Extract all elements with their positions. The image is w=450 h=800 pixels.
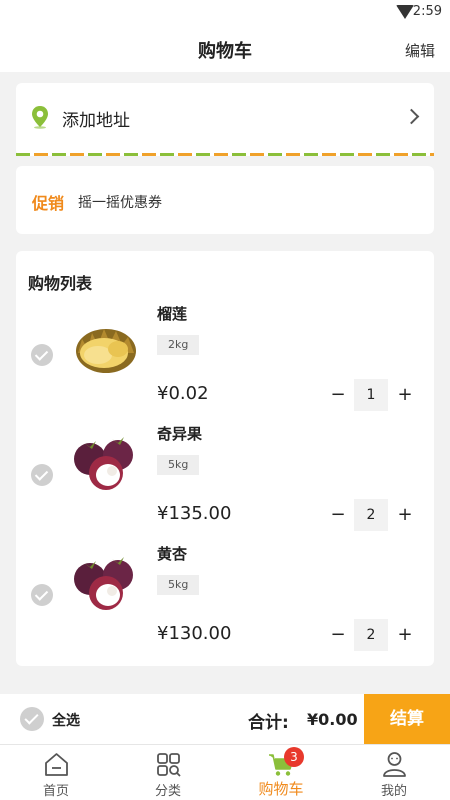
total-label: 合计: xyxy=(248,713,289,733)
promo-text: 摇一摇优惠券 xyxy=(78,195,162,211)
decrease-quantity-button[interactable]: − xyxy=(326,503,350,527)
item-checkbox[interactable] xyxy=(31,464,53,486)
increase-quantity-button[interactable]: + xyxy=(393,503,417,527)
item-price: ¥135.00 xyxy=(157,503,232,524)
cart-count-badge: 3 xyxy=(284,747,304,767)
tab-category[interactable]: 分类 xyxy=(112,745,224,800)
cart-list-heading: 购物列表 xyxy=(28,274,93,293)
promo-tag: 促销 xyxy=(32,194,65,213)
cart-item: 黄杏 5kg ¥130.00 − 2 + xyxy=(16,537,434,657)
address-divider-stripe xyxy=(16,153,434,156)
item-spec: 2kg xyxy=(157,335,200,355)
edit-button[interactable]: 编辑 xyxy=(405,40,435,61)
item-name: 黄杏 xyxy=(157,545,188,563)
header: 购物车 编辑 xyxy=(0,26,450,72)
profile-icon xyxy=(383,752,406,777)
durian-image xyxy=(76,329,136,373)
item-name: 榴莲 xyxy=(157,305,188,323)
decrease-quantity-button[interactable]: − xyxy=(326,623,350,647)
cart-item: 榴莲 2kg ¥0.02 − 1 + xyxy=(16,297,434,417)
checkout-bar: 全选 合计: ¥0.00 结算 xyxy=(0,694,450,744)
item-name: 奇异果 xyxy=(157,425,203,443)
tab-profile-label: 我的 xyxy=(380,784,407,799)
increase-quantity-button[interactable]: + xyxy=(393,383,417,407)
mangosteen-image xyxy=(74,437,133,490)
tab-category-label: 分类 xyxy=(154,784,181,799)
cart-item: 奇异果 5kg ¥135.00 − 2 + xyxy=(16,417,434,537)
quantity-value[interactable]: 2 xyxy=(354,619,388,651)
item-checkbox[interactable] xyxy=(31,344,53,366)
tab-cart-label: 购物车 xyxy=(258,780,304,798)
quantity-value[interactable]: 1 xyxy=(354,379,388,411)
increase-quantity-button[interactable]: + xyxy=(393,623,417,647)
tab-bar: 首页 分类 购物车 我的 xyxy=(0,744,450,800)
page-title: 购物车 xyxy=(198,41,252,62)
category-icon xyxy=(157,753,181,777)
item-checkbox[interactable] xyxy=(31,584,53,606)
cart-list: 购物列表 榴莲 2kg ¥0.02 − 1 + 奇异果 5kg ¥135.00 … xyxy=(16,251,434,666)
tab-home-label: 首页 xyxy=(42,784,69,799)
tab-profile[interactable]: 我的 xyxy=(338,745,450,800)
item-price: ¥0.02 xyxy=(157,383,209,404)
wifi-icon xyxy=(396,5,414,19)
tab-home[interactable]: 首页 xyxy=(0,745,112,800)
select-all-checkbox[interactable] xyxy=(20,707,44,731)
add-address-row[interactable]: 添加地址 xyxy=(16,83,434,156)
total-value: ¥0.00 xyxy=(307,710,358,729)
select-all-label[interactable]: 全选 xyxy=(52,710,80,730)
item-price: ¥130.00 xyxy=(157,623,232,644)
checkout-button[interactable]: 结算 xyxy=(364,694,450,744)
status-bar: 2:59 xyxy=(0,0,450,26)
decrease-quantity-button[interactable]: − xyxy=(326,383,350,407)
chevron-right-icon xyxy=(403,108,420,125)
item-spec: 5kg xyxy=(157,575,200,595)
promo-row[interactable]: 促销 摇一摇优惠券 xyxy=(16,166,434,234)
quantity-value[interactable]: 2 xyxy=(354,499,388,531)
tab-cart[interactable]: 购物车 xyxy=(225,745,337,800)
item-spec: 5kg xyxy=(157,455,200,475)
status-time: 2:59 xyxy=(412,4,442,19)
add-address-label: 添加地址 xyxy=(62,111,130,131)
location-pin-icon xyxy=(32,106,48,129)
mangosteen-image xyxy=(74,557,133,610)
home-icon xyxy=(45,753,68,776)
